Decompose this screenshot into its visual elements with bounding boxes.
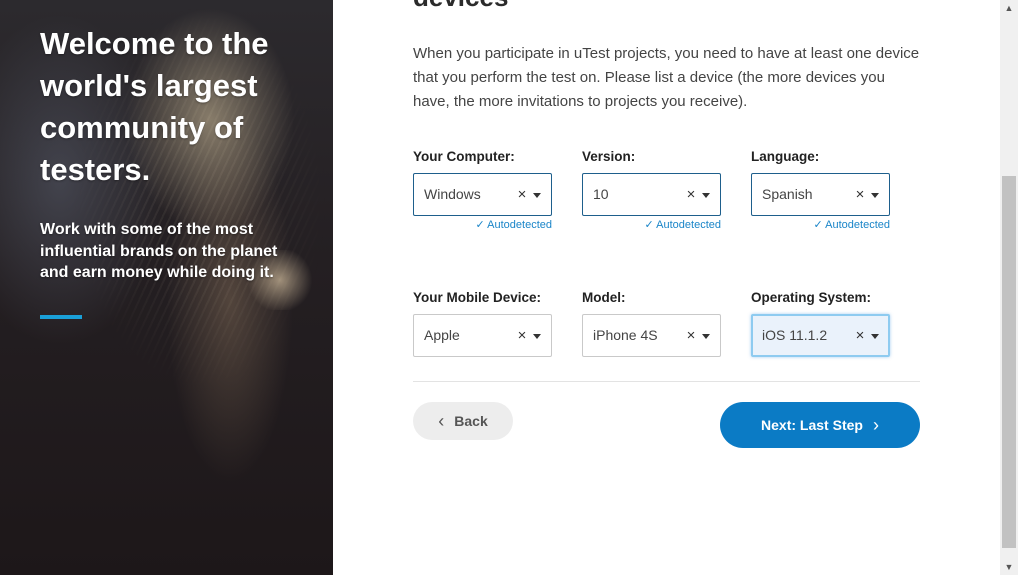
scroll-down-arrow-icon[interactable]: ▼ [1000, 559, 1018, 575]
computer-select[interactable]: Windows × [413, 173, 552, 216]
chevron-left-icon: ‹ [438, 411, 445, 431]
computer-label: Your Computer: [413, 149, 515, 164]
language-field: Language: Spanish × ✓ Autodetected [751, 149, 890, 231]
clear-icon[interactable]: × [853, 316, 867, 355]
intro-text: When you participate in uTest projects, … [413, 45, 920, 110]
autodetected-label: Autodetected [825, 219, 890, 231]
os-label: Operating System: [751, 290, 872, 305]
autodetected-label: Autodetected [487, 219, 552, 231]
caret-down-icon[interactable] [871, 334, 879, 339]
next-button[interactable]: Next: Last Step › [720, 402, 920, 448]
mobile-device-value: Apple [424, 327, 460, 343]
os-value: iOS 11.1.2 [762, 327, 828, 343]
main-content: devices When you participate in uTest pr… [333, 0, 1000, 575]
scroll-up-arrow-icon[interactable]: ▲ [1000, 0, 1018, 16]
version-label: Version: [582, 149, 636, 164]
back-button-label: Back [454, 413, 488, 429]
version-field: Version: 10 × ✓ Autodetected [582, 149, 721, 231]
mobile-device-field: Your Mobile Device: Apple × [413, 290, 552, 357]
hero-panel: Welcome to the world's largest community… [0, 0, 333, 575]
computer-field: Your Computer: Windows × ✓ Autodetected [413, 149, 552, 231]
model-value: iPhone 4S [593, 327, 658, 343]
section-title: devices [413, 0, 508, 13]
model-label: Model: [582, 290, 626, 305]
hero-subtext: Work with some of the most influential b… [40, 221, 278, 281]
autodetected-label: Autodetected [656, 219, 721, 231]
language-select[interactable]: Spanish × [751, 173, 890, 216]
model-field: Model: iPhone 4S × [582, 290, 721, 357]
mobile-device-select[interactable]: Apple × [413, 314, 552, 357]
check-icon: ✓ [644, 219, 654, 231]
caret-down-icon[interactable] [702, 334, 710, 339]
clear-icon[interactable]: × [515, 174, 529, 215]
hero-headline: Welcome to the world's largest community… [40, 26, 269, 187]
divider [413, 381, 920, 382]
language-label: Language: [751, 149, 820, 164]
caret-down-icon[interactable] [533, 334, 541, 339]
mobile-device-label: Your Mobile Device: [413, 290, 542, 305]
vertical-scrollbar[interactable]: ▲ ▼ [1000, 0, 1018, 575]
clear-icon[interactable]: × [684, 174, 698, 215]
chevron-right-icon: › [872, 415, 879, 435]
next-button-label: Next: Last Step [761, 417, 863, 433]
caret-down-icon[interactable] [702, 193, 710, 198]
check-icon: ✓ [813, 219, 823, 231]
check-icon: ✓ [475, 219, 485, 231]
autodetected-badge: ✓ Autodetected [413, 218, 552, 231]
clear-icon[interactable]: × [684, 315, 698, 356]
os-select[interactable]: iOS 11.1.2 × [751, 314, 890, 357]
os-field: Operating System: iOS 11.1.2 × [751, 290, 890, 357]
scrollbar-thumb[interactable] [1002, 176, 1016, 548]
clear-icon[interactable]: × [515, 315, 529, 356]
hero-accent-bar [40, 315, 82, 319]
computer-value: Windows [424, 186, 481, 202]
caret-down-icon[interactable] [871, 193, 879, 198]
window-edge [1018, 0, 1034, 575]
autodetected-badge: ✓ Autodetected [582, 218, 721, 231]
version-select[interactable]: 10 × [582, 173, 721, 216]
caret-down-icon[interactable] [533, 193, 541, 198]
back-button[interactable]: ‹ Back [413, 402, 513, 440]
language-value: Spanish [762, 186, 813, 202]
model-select[interactable]: iPhone 4S × [582, 314, 721, 357]
autodetected-badge: ✓ Autodetected [751, 218, 890, 231]
clear-icon[interactable]: × [853, 174, 867, 215]
version-value: 10 [593, 186, 609, 202]
